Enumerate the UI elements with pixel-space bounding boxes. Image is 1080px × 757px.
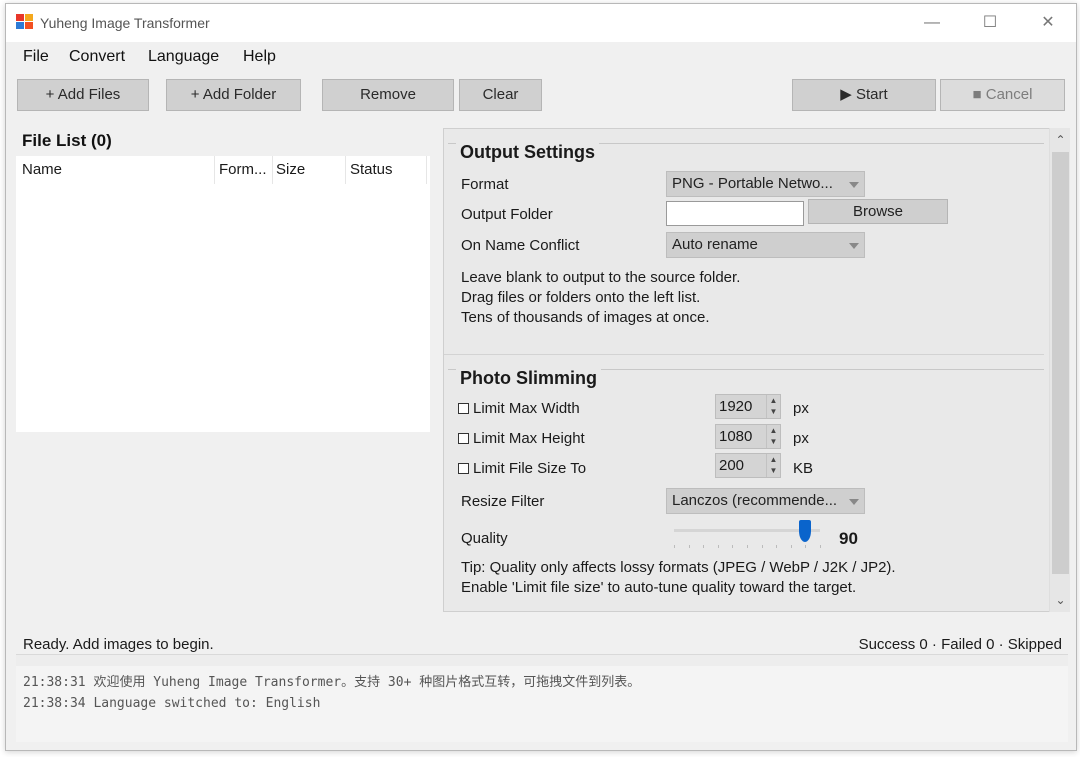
menu-language[interactable]: Language [148,48,219,66]
settings-scrollbar[interactable]: ⌃ ⌄ [1049,128,1070,612]
limit-file-size-checkbox[interactable]: Limit File Size To [458,460,586,477]
scrollbar-thumb[interactable] [1052,152,1069,574]
quality-tip-text: Tip: Quality only affects lossy formats … [461,559,896,596]
slider-tick [776,545,778,548]
app-logo-icon [16,14,34,30]
format-dropdown[interactable]: PNG - Portable Netwo... [666,171,865,197]
slider-tick [820,545,821,548]
name-conflict-value: Auto rename [672,236,758,253]
slider-tick [761,545,763,548]
slider-tick [747,545,748,548]
max-width-stepper[interactable]: 1920 ▲ ▼ [715,394,781,419]
column-name[interactable]: Name [22,161,62,178]
chevron-down-icon [849,499,859,505]
menu-help[interactable]: Help [243,48,276,66]
output-help-text: Leave blank to output to the source fold… [461,269,741,326]
menu-convert[interactable]: Convert [69,48,125,66]
file-list[interactable]: Name Form... Size Status [16,156,430,432]
clear-button[interactable]: Clear [459,79,542,111]
log-line: 21:38:34 Language switched to: English [23,696,321,711]
resize-filter-value: Lanczos (recommende... [672,492,838,509]
menu-bar: File Convert Language Help [6,42,1076,72]
status-text: Ready. Add images to begin. [23,636,214,653]
title-bar: Yuheng Image Transformer — ☐ ✕ [6,4,1076,42]
max-width-unit: px [793,400,809,417]
max-height-stepper[interactable]: 1080 ▲ ▼ [715,424,781,449]
add-files-button[interactable]: + Add Files [17,79,149,111]
browse-button[interactable]: Browse [808,199,948,224]
format-label: Format [461,176,509,193]
file-size-stepper[interactable]: 200 ▲ ▼ [715,453,781,478]
chevron-up-icon[interactable]: ⌃ [1050,130,1071,150]
menu-file[interactable]: File [23,48,49,66]
format-value: PNG - Portable Netwo... [672,175,833,192]
name-conflict-dropdown[interactable]: Auto rename [666,232,865,258]
resize-filter-dropdown[interactable]: Lanczos (recommende... [666,488,865,514]
app-window: Yuheng Image Transformer — ☐ ✕ File Conv… [5,3,1077,751]
minimize-icon[interactable]: — [903,4,961,42]
limit-max-height-checkbox[interactable]: Limit Max Height [458,430,585,447]
remove-button[interactable]: Remove [322,79,454,111]
maximize-icon[interactable]: ☐ [961,4,1019,42]
max-height-unit: px [793,430,809,447]
status-counters: Success 0 · Failed 0 · Skipped [858,636,1062,653]
log-splitter[interactable] [16,654,1068,666]
name-conflict-label: On Name Conflict [461,237,580,254]
chevron-down-icon[interactable]: ⌄ [1050,590,1071,610]
photo-slimming-title: Photo Slimming [456,368,601,389]
chevron-down-icon [849,243,859,249]
output-folder-label: Output Folder [461,206,553,223]
output-folder-input[interactable] [666,201,804,226]
column-status[interactable]: Status [350,161,393,178]
log-panel[interactable]: 21:38:31 欢迎使用 Yuheng Image Transformer。支… [16,666,1068,742]
chevron-down-icon [849,182,859,188]
window-title: Yuheng Image Transformer [40,15,210,31]
limit-max-width-checkbox[interactable]: Limit Max Width [458,400,580,417]
resize-filter-label: Resize Filter [461,493,545,510]
slider-tick [805,545,807,548]
log-line: 21:38:31 欢迎使用 Yuheng Image Transformer。支… [23,675,641,690]
quality-slider[interactable] [674,520,824,549]
start-button[interactable]: ▶ Start [792,79,936,111]
slider-tick [732,545,734,548]
column-format[interactable]: Form... [219,161,267,178]
slider-tick [674,545,675,548]
slider-tick [717,545,719,548]
quality-value: 90 [839,529,858,548]
add-folder-button[interactable]: + Add Folder [166,79,301,111]
column-size[interactable]: Size [276,161,305,178]
file-list-title: File List (0) [22,131,112,150]
slider-tick [790,545,792,548]
quality-slider-thumb[interactable] [799,520,812,542]
slider-tick [703,545,705,548]
file-size-unit: KB [793,460,814,477]
quality-label: Quality [461,530,508,547]
slider-tick [688,545,690,548]
close-icon[interactable]: ✕ [1019,4,1076,42]
output-settings-title: Output Settings [456,142,599,163]
settings-panel: Output Settings Format PNG - Portable Ne… [443,128,1070,612]
cancel-button[interactable]: ■ Cancel [940,79,1065,111]
